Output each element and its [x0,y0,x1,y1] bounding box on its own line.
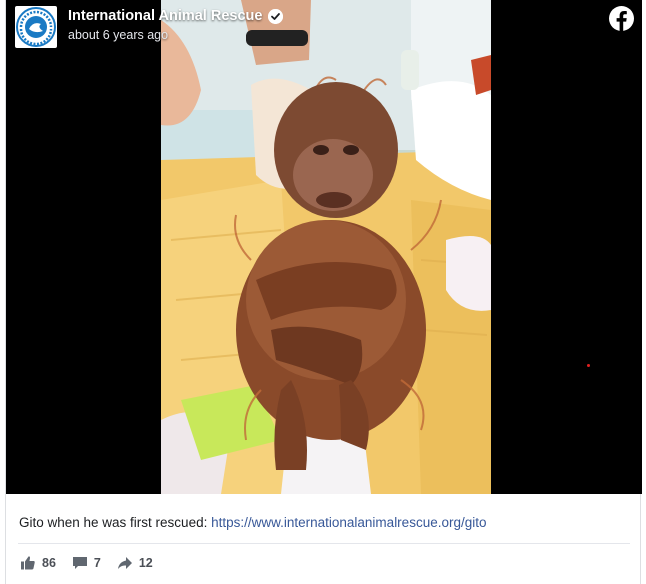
verified-badge-icon [268,8,284,24]
like-count: 86 [42,556,56,570]
caption-link[interactable]: https://www.internationalanimalrescue.or… [211,515,486,530]
like-icon [21,556,35,570]
page-name-row[interactable]: International Animal Rescue [68,8,284,24]
caption-text: Gito when he was first rescued: [19,515,212,530]
red-marker-dot [587,364,590,367]
share-button[interactable]: 12 [117,555,153,571]
post-timestamp[interactable]: about 6 years ago [68,28,168,42]
comment-count: 7 [93,556,101,570]
iar-logo-icon [16,7,56,47]
comment-icon [72,557,87,569]
share-count: 12 [138,556,153,570]
like-button[interactable]: 86 [20,555,56,571]
facebook-logo-icon[interactable] [609,6,634,31]
post-media[interactable]: International Animal Rescue about 6 year… [6,0,642,494]
orangutan-photo[interactable] [161,0,491,494]
post-caption: Gito when he was first rescued: https://… [19,515,487,530]
page-avatar[interactable] [15,6,57,48]
facebook-post-card: International Animal Rescue about 6 year… [5,0,642,584]
post-header: International Animal Rescue about 6 year… [6,0,642,60]
comment-button[interactable]: 7 [72,555,101,571]
divider [18,543,630,544]
page-name[interactable]: International Animal Rescue [68,8,262,24]
reaction-bar: 86 7 12 [20,555,153,571]
share-icon [117,557,132,569]
